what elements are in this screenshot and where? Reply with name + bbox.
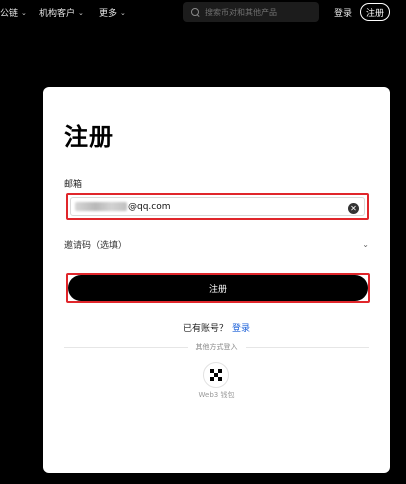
nav-item-public-chain[interactable]: 公链 ⌄	[0, 6, 27, 20]
have-account-row: 已有账号？ 登录	[43, 321, 390, 334]
chevron-down-icon: ⌄	[120, 8, 126, 17]
other-methods-text: 其他方式登入	[195, 343, 238, 351]
email-label: 邮箱	[64, 180, 83, 190]
page-title: 注册	[64, 123, 114, 151]
nav-item-label: 更多	[99, 9, 118, 19]
signup-card: 注册 邮箱 @qq.com ✕ 邀请码（选填） ⌄ 注册 已有账号？ 登录 其他方…	[43, 87, 390, 473]
submit-highlight: 注册	[66, 273, 370, 303]
chevron-down-icon: ⌄	[21, 8, 27, 17]
web3-wallet-label: Web3 钱包	[198, 391, 235, 399]
signup-submit-button[interactable]: 注册	[68, 275, 368, 301]
web3-wallet-button[interactable]	[203, 362, 229, 388]
search-placeholder: 搜索币对和其他产品	[205, 7, 277, 17]
invite-code-label: 邀请码（选填）	[64, 240, 128, 251]
email-value: @qq.com	[128, 201, 171, 212]
top-navigation: 公链 ⌄ 机构客户 ⌄ 更多 ⌄ 搜索币对和其他产品 登录 注册	[0, 0, 406, 24]
chevron-down-icon: ⌄	[78, 8, 84, 17]
invite-code-toggle[interactable]: 邀请码（选填） ⌄	[64, 237, 369, 251]
search-input[interactable]: 搜索币对和其他产品	[183, 2, 319, 22]
chevron-down-icon: ⌄	[362, 239, 369, 249]
have-account-text: 已有账号？	[182, 324, 228, 334]
nav-item-label: 机构客户	[39, 9, 76, 19]
nav-item-label: 公链	[0, 9, 19, 19]
divider-line	[245, 346, 369, 348]
other-methods-divider: 其他方式登入	[64, 341, 369, 353]
email-field-highlight: @qq.com ✕	[66, 193, 369, 220]
nav-item-more[interactable]: 更多 ⌄	[99, 6, 126, 20]
divider-line	[64, 346, 188, 348]
web3-wallet-icon	[210, 369, 222, 381]
login-inline-link[interactable]: 登录	[232, 324, 250, 334]
search-icon	[191, 7, 200, 17]
nav-item-institutional[interactable]: 机构客户 ⌄	[39, 6, 84, 20]
login-link[interactable]: 登录	[334, 6, 352, 19]
email-field[interactable]: @qq.com ✕	[70, 197, 365, 216]
signup-button[interactable]: 注册	[360, 3, 390, 21]
clear-circle-icon[interactable]: ✕	[348, 203, 359, 214]
redacted-email-prefix	[75, 202, 127, 211]
